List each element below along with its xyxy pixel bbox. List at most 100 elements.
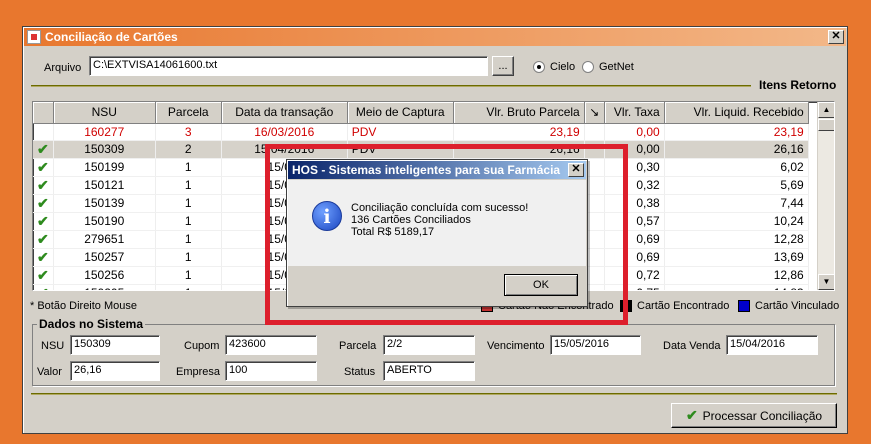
bottom-separator <box>31 393 837 395</box>
row-spacer <box>584 123 605 141</box>
dialog-line-2: 136 Cartões Conciliados <box>351 214 471 226</box>
cell-nsu: 150190 <box>53 212 156 231</box>
cell-parcela: 1 <box>155 266 222 285</box>
browse-button[interactable]: ... <box>492 56 514 76</box>
radio-getnet-dot <box>582 61 594 73</box>
cell-liquido: 13,69 <box>664 248 809 267</box>
radio-getnet[interactable]: GetNet <box>582 61 634 73</box>
cell-parcela: 1 <box>155 230 222 249</box>
radio-cielo[interactable]: Cielo <box>533 61 575 73</box>
check-icon: ✔ <box>33 140 54 159</box>
window-title: Conciliação de Cartões <box>45 30 178 44</box>
radio-cielo-dot <box>533 61 545 73</box>
check-icon: ✔ <box>33 248 54 267</box>
cell-parcela: 2 <box>155 140 222 159</box>
vencimento-field[interactable]: 15/05/2016 <box>550 335 641 355</box>
vencimento-label: Vencimento <box>487 340 545 352</box>
cupom-field[interactable]: 423600 <box>225 335 317 355</box>
cell-liquido: 23,19 <box>664 123 809 141</box>
cell-liquido: 12,86 <box>664 266 809 285</box>
dialog-close-icon[interactable]: ✕ <box>568 163 584 177</box>
scroll-down-icon[interactable]: ▼ <box>818 274 834 290</box>
check-icon: ✔ <box>33 176 54 195</box>
cell-liquido: 26,16 <box>664 140 809 159</box>
processar-conciliacao-label: Processar Conciliação <box>702 408 823 423</box>
info-dialog: HOS - Sistemas inteligentes para sua Far… <box>286 159 588 307</box>
close-icon[interactable]: ✕ <box>828 30 844 44</box>
empresa-label: Empresa <box>176 366 221 378</box>
nsu-field[interactable]: 150309 <box>70 335 160 355</box>
grid-scrollbar[interactable]: ▲ ▼ <box>817 102 834 290</box>
cell-liquido: 14,83 <box>664 284 809 290</box>
cell-parcela: 3 <box>155 123 222 141</box>
legend-encontrado-label: Cartão Encontrado <box>637 300 730 312</box>
arquivo-path-field[interactable]: C:\EXTVISA14061600.txt <box>89 56 488 76</box>
empresa-field[interactable]: 100 <box>225 361 317 381</box>
cell-liquido: 5,69 <box>664 176 809 195</box>
processar-conciliacao-button[interactable]: ✔ Processar Conciliação <box>671 403 837 428</box>
radio-getnet-label: GetNet <box>599 61 634 73</box>
cell-parcela: 1 <box>155 176 222 195</box>
parcela-label: Parcela <box>339 340 377 352</box>
check-icon: ✔ <box>33 212 54 231</box>
cell-liquido: 12,28 <box>664 230 809 249</box>
cell-nsu: 150256 <box>53 266 156 285</box>
cell-liquido: 6,02 <box>664 158 809 177</box>
app-icon <box>27 30 41 44</box>
dialog-line-3: Total R$ 5189,17 <box>351 226 435 238</box>
col-taxa[interactable]: Vlr. Taxa <box>604 102 665 124</box>
col-bruto[interactable]: Vlr. Bruto Parcela <box>453 102 585 124</box>
status-field[interactable]: ABERTO <box>383 361 475 381</box>
cell-nsu: 150121 <box>53 176 156 195</box>
legend-blue-swatch <box>738 300 750 313</box>
cell-parcela: 1 <box>155 212 222 231</box>
dados-sistema-title: Dados no Sistema <box>37 317 146 331</box>
cell-meio: PDV <box>347 123 454 141</box>
cell-liquido: 7,44 <box>664 194 809 213</box>
nsu-label: NSU <box>41 340 65 352</box>
cell-nsu: 150205 <box>53 284 156 290</box>
cell-nsu: 150139 <box>53 194 156 213</box>
cell-data: 16/03/2016 <box>221 123 348 141</box>
status-label: Status <box>344 366 376 378</box>
dialog-line-1: Conciliação concluída com sucesso! <box>351 202 529 214</box>
table-row[interactable]: 160277 3 16/03/2016 PDV 23,19 0,00 23,19 <box>33 123 809 141</box>
cell-parcela: 1 <box>155 248 222 267</box>
col-liquido[interactable]: Vlr. Liquid. Recebido <box>664 102 809 124</box>
col-status <box>33 102 54 124</box>
cell-nsu: 279651 <box>53 230 156 249</box>
data-venda-label: Data Venda <box>663 340 721 352</box>
parcela-field[interactable]: 2/2 <box>383 335 475 355</box>
check-icon: ✔ <box>33 158 54 177</box>
cupom-label: Cupom <box>184 340 220 352</box>
dialog-titlebar: HOS - Sistemas inteligentes para sua Far… <box>288 161 586 179</box>
cell-nsu: 150257 <box>53 248 156 267</box>
row-status <box>33 123 54 141</box>
hint-text: * Botão Direito Mouse <box>30 300 137 312</box>
scroll-up-icon[interactable]: ▲ <box>818 102 834 118</box>
check-icon: ✔ <box>33 266 54 285</box>
legend-encontrado: Cartão Encontrado <box>620 300 730 313</box>
radio-cielo-label: Cielo <box>550 61 576 73</box>
dialog-message: Conciliação concluída com sucesso! 136 C… <box>351 202 528 238</box>
ok-button[interactable]: OK <box>504 274 578 296</box>
check-icon: ✔ <box>33 194 54 213</box>
col-data[interactable]: Data da transação <box>221 102 348 124</box>
sort-icon[interactable]: ↘ <box>584 102 605 124</box>
valor-field[interactable]: 26,16 <box>70 361 160 381</box>
check-icon: ✔ <box>685 407 698 423</box>
grid-header-row: NSU Parcela Data da transação Meio de Ca… <box>33 102 809 124</box>
col-parcela[interactable]: Parcela <box>155 102 222 124</box>
cell-parcela: 1 <box>155 158 222 177</box>
check-icon: ✔ <box>33 284 54 290</box>
data-venda-field[interactable]: 15/04/2016 <box>726 335 818 355</box>
col-meio[interactable]: Meio de Captura <box>347 102 454 124</box>
col-nsu[interactable]: NSU <box>53 102 156 124</box>
cell-nsu: 150199 <box>53 158 156 177</box>
dialog-body: i Conciliação concluída com sucesso! 136… <box>288 180 586 266</box>
legend-vinculado: Cartão Vinculado <box>738 300 839 313</box>
dialog-title: HOS - Sistemas inteligentes para sua Far… <box>292 163 561 177</box>
scroll-thumb[interactable] <box>818 119 834 131</box>
cell-taxa: 0,00 <box>604 123 665 141</box>
check-icon: ✔ <box>33 230 54 249</box>
